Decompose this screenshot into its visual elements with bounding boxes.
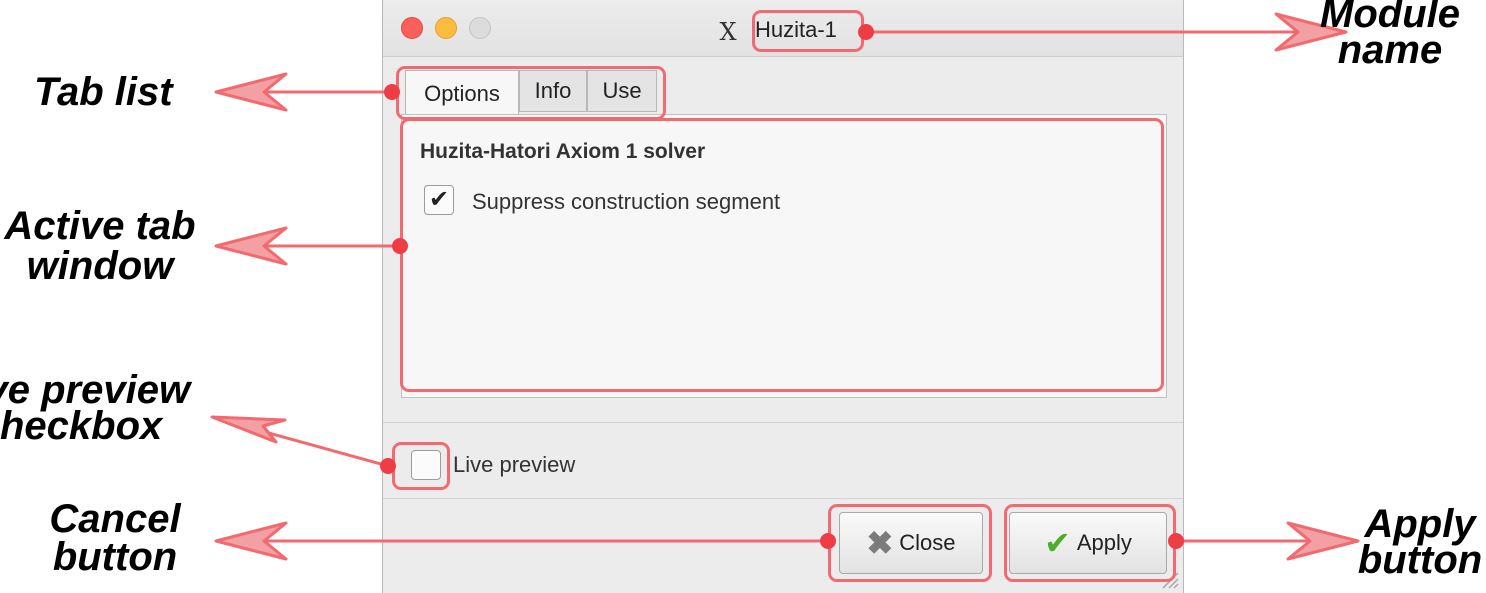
module-name-highlight <box>752 10 864 52</box>
active-tab-window-annotation: Active tab window <box>4 204 196 288</box>
tab-list-annotation: Tab list <box>34 70 173 114</box>
tab-list-highlight <box>396 66 666 120</box>
annotation-dot <box>1168 533 1184 549</box>
live-preview-annotation: Live preview checkbox <box>0 368 191 448</box>
cancel-button-annotation: Cancel button <box>49 497 181 579</box>
apply-button-annotation: Apply button <box>1357 502 1483 582</box>
live-preview-highlight <box>392 442 450 490</box>
annotation-dot <box>820 533 836 549</box>
annotation-dot <box>380 458 396 474</box>
apply-button-highlight <box>1004 504 1176 582</box>
annotation-dot <box>384 84 400 100</box>
annotation-dot <box>858 24 874 40</box>
active-tab-window-highlight <box>400 118 1164 392</box>
annotation-dot <box>392 238 408 254</box>
cancel-button-highlight <box>828 504 992 582</box>
module-name-annotation: Module name <box>1320 0 1460 72</box>
